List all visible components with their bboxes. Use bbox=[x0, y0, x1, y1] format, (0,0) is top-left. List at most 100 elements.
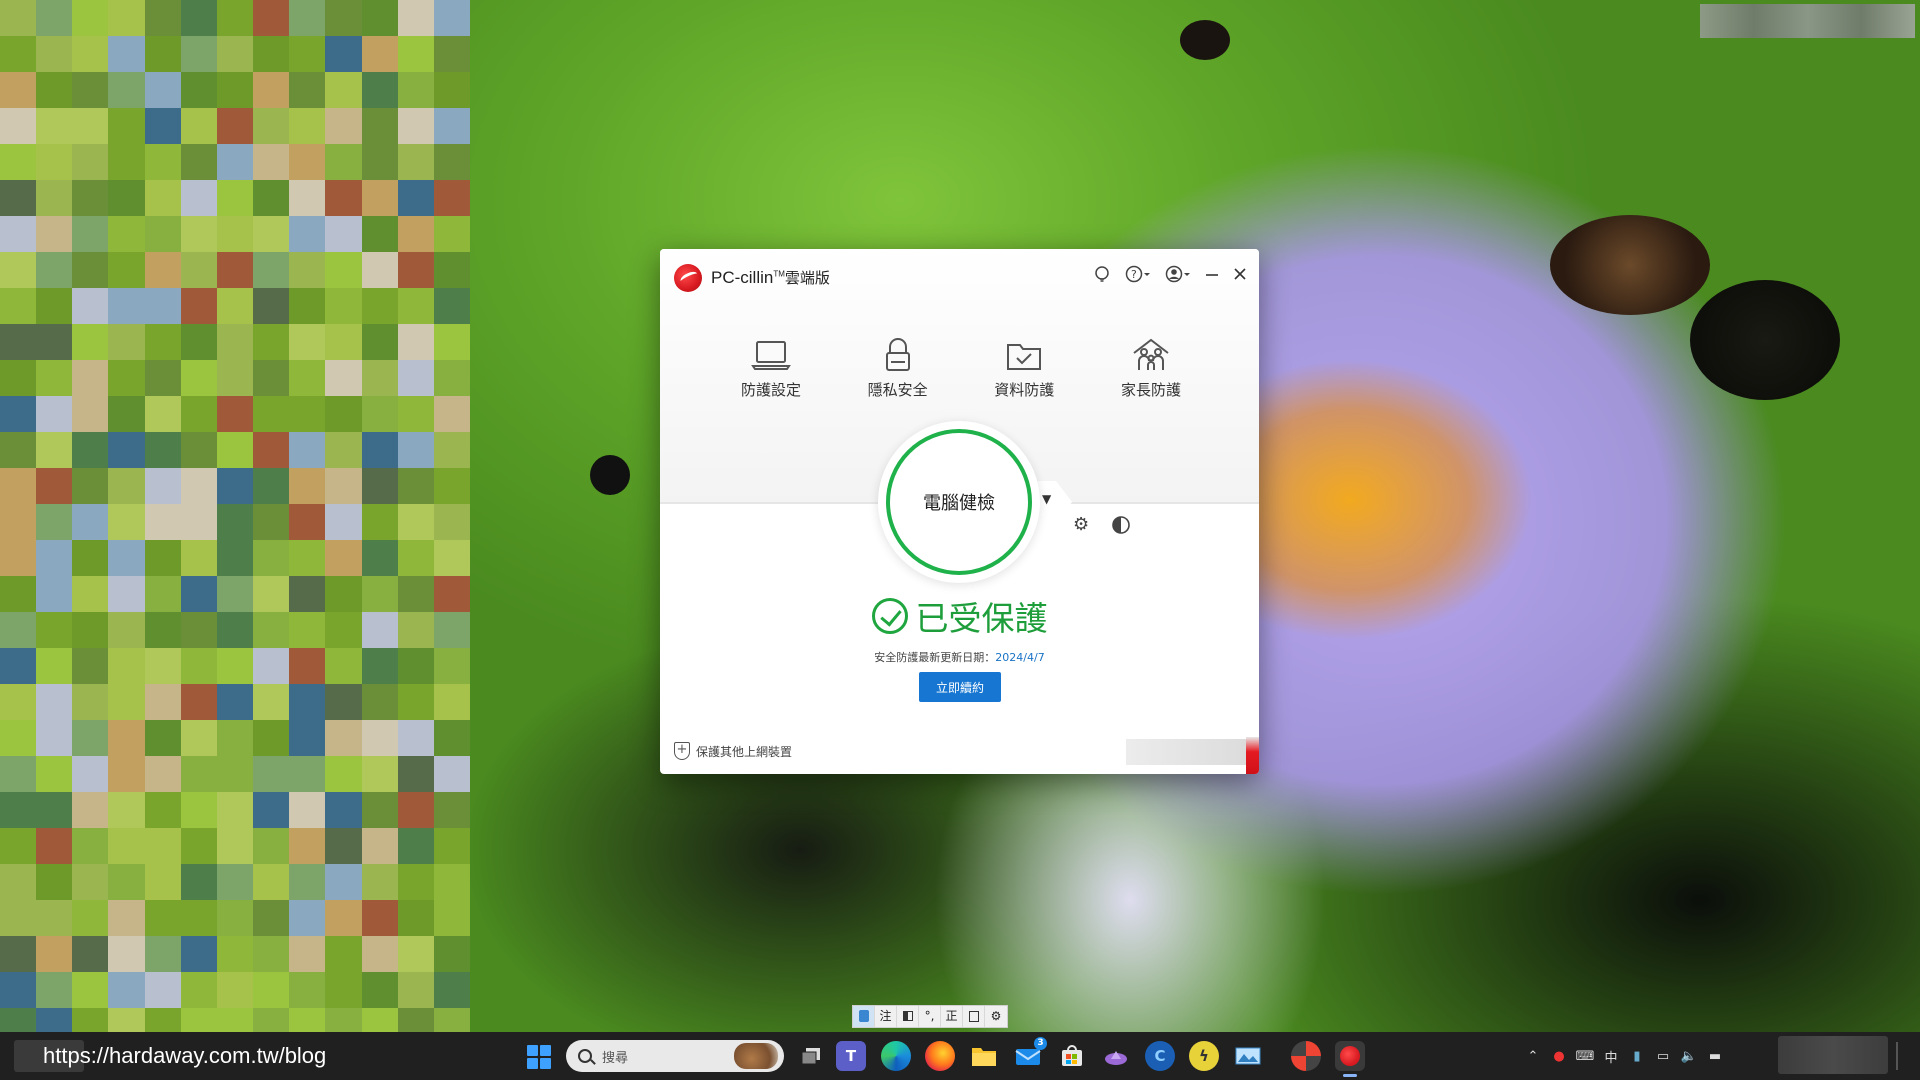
mosaic-cell bbox=[289, 216, 326, 252]
mosaic-cell bbox=[180, 792, 217, 828]
minimize-icon[interactable] bbox=[1205, 265, 1219, 283]
mosaic-cell bbox=[108, 324, 145, 360]
cclean-c-icon[interactable]: C bbox=[1145, 1041, 1175, 1071]
show-desktop-button[interactable] bbox=[1896, 1042, 1898, 1070]
mosaic-cell bbox=[289, 72, 326, 108]
search-icon bbox=[578, 1049, 592, 1063]
scan-settings-gear-icon[interactable]: ⚙ bbox=[1073, 514, 1089, 535]
mosaic-cell bbox=[397, 576, 434, 612]
mosaic-cell bbox=[289, 684, 326, 720]
mosaic-cell bbox=[180, 144, 217, 180]
volume-muted-icon[interactable]: 🔈 bbox=[1679, 1049, 1699, 1064]
mosaic-cell bbox=[0, 576, 37, 612]
protect-other-devices-link[interactable]: + 保護其他上網裝置 bbox=[674, 742, 792, 760]
start-button-windows-icon[interactable] bbox=[527, 1045, 551, 1069]
mosaic-cell bbox=[433, 612, 470, 648]
ime-dictionary-icon[interactable] bbox=[963, 1006, 985, 1027]
teams-icon[interactable]: T bbox=[836, 1041, 866, 1071]
task-view-icon[interactable] bbox=[796, 1041, 826, 1071]
mosaic-cell bbox=[433, 900, 470, 936]
help-menu-icon[interactable]: ? bbox=[1125, 265, 1151, 283]
mosaic-cell bbox=[216, 576, 254, 612]
mosaic-cell bbox=[397, 360, 434, 396]
mosaic-cell bbox=[36, 936, 73, 972]
show-hidden-icons-chevron-up-icon[interactable]: ⌃ bbox=[1523, 1049, 1543, 1064]
mosaic-cell bbox=[433, 972, 470, 1008]
ime-mode-icon[interactable] bbox=[853, 1006, 875, 1027]
security-report-icon[interactable] bbox=[1111, 515, 1131, 539]
lightning-app-icon[interactable]: ϟ bbox=[1189, 1041, 1219, 1071]
mosaic-cell bbox=[36, 36, 73, 72]
nav-parental-controls[interactable]: 家長防護 bbox=[1096, 337, 1206, 400]
mosaic-cell bbox=[36, 504, 73, 540]
ime-traditional-button[interactable]: 正 bbox=[941, 1006, 963, 1027]
mosaic-cell bbox=[180, 180, 217, 216]
mosaic-cell bbox=[180, 252, 217, 288]
network-error-icon[interactable]: ● bbox=[1549, 1049, 1569, 1064]
edge-browser-icon[interactable] bbox=[881, 1041, 911, 1071]
mosaic-cell bbox=[289, 252, 326, 288]
mosaic-cell bbox=[325, 432, 362, 468]
scan-button[interactable]: 電腦健檢 bbox=[886, 429, 1032, 575]
mosaic-cell bbox=[361, 72, 398, 108]
ime-zhuyin-button[interactable]: 注 bbox=[875, 1006, 897, 1027]
title-bar[interactable]: PC-cillinTM雲端版 ? bbox=[660, 249, 1259, 301]
battery-icon[interactable]: ▬ bbox=[1705, 1049, 1725, 1064]
mosaic-cell bbox=[325, 360, 362, 396]
nav-data-protection[interactable]: 資料防護 bbox=[969, 337, 1079, 400]
firefox-icon[interactable] bbox=[925, 1041, 955, 1071]
close-icon[interactable] bbox=[1233, 265, 1247, 283]
mosaic-cell bbox=[433, 0, 470, 36]
mosaic-cell bbox=[325, 648, 362, 684]
ime-halfwidth-icon[interactable] bbox=[897, 1006, 919, 1027]
mosaic-cell bbox=[289, 1008, 326, 1032]
mosaic-cell bbox=[289, 756, 326, 792]
lightbulb-icon[interactable] bbox=[1093, 265, 1111, 283]
display-icon[interactable]: ▭ bbox=[1653, 1049, 1673, 1064]
mail-icon[interactable]: 3 bbox=[1013, 1037, 1047, 1071]
mosaic-cell bbox=[180, 756, 217, 792]
mosaic-cell bbox=[433, 252, 470, 288]
nav-privacy[interactable]: 隱私安全 bbox=[843, 337, 953, 400]
mosaic-cell bbox=[216, 72, 254, 108]
onenote-purple-icon[interactable] bbox=[1101, 1041, 1131, 1071]
notepad-icon[interactable]: ▮ bbox=[1627, 1049, 1647, 1064]
mosaic-cell bbox=[289, 972, 326, 1008]
mosaic-cell bbox=[397, 756, 434, 792]
ime-settings-gear-icon[interactable]: ⚙ bbox=[985, 1006, 1007, 1027]
ime-language-indicator[interactable]: 中 bbox=[1601, 1047, 1621, 1066]
taskbar-search-input[interactable]: 搜尋 bbox=[566, 1040, 784, 1072]
mosaic-cell bbox=[180, 0, 217, 36]
mosaic-cell bbox=[325, 792, 362, 828]
image-viewer-icon[interactable] bbox=[1233, 1041, 1263, 1071]
renew-button[interactable]: 立即續約 bbox=[919, 672, 1001, 702]
mosaic-cell bbox=[216, 396, 254, 432]
mosaic-cell bbox=[361, 144, 398, 180]
mosaic-cell bbox=[325, 828, 362, 864]
mosaic-cell bbox=[361, 288, 398, 324]
mosaic-cell bbox=[36, 972, 73, 1008]
mosaic-cell bbox=[397, 0, 434, 36]
ime-punctuation-button[interactable]: °, bbox=[919, 1006, 941, 1027]
mosaic-cell bbox=[397, 972, 434, 1008]
scan-options-chevron-down-icon[interactable]: ▼ bbox=[1042, 492, 1051, 506]
mosaic-cell bbox=[361, 108, 398, 144]
mosaic-cell bbox=[36, 144, 73, 180]
mosaic-cell bbox=[0, 684, 37, 720]
mosaic-cell bbox=[325, 936, 362, 972]
keyboard-icon[interactable]: ⌨ bbox=[1575, 1049, 1595, 1064]
microsoft-store-icon[interactable] bbox=[1057, 1041, 1087, 1071]
mosaic-cell bbox=[216, 828, 254, 864]
file-explorer-icon[interactable] bbox=[969, 1041, 999, 1071]
mosaic-cell bbox=[216, 792, 254, 828]
pc-cillin-taskbar-icon[interactable] bbox=[1335, 1041, 1365, 1077]
mosaic-cell bbox=[361, 432, 398, 468]
nav-protection-settings[interactable]: 防護設定 bbox=[716, 337, 826, 400]
snipping-tool-icon[interactable] bbox=[1291, 1041, 1321, 1071]
mosaic-cell bbox=[216, 432, 254, 468]
mosaic-cell bbox=[289, 936, 326, 972]
mosaic-cell bbox=[36, 180, 73, 216]
mosaic-cell bbox=[216, 612, 254, 648]
account-menu-icon[interactable] bbox=[1165, 265, 1191, 283]
mosaic-cell bbox=[433, 324, 470, 360]
